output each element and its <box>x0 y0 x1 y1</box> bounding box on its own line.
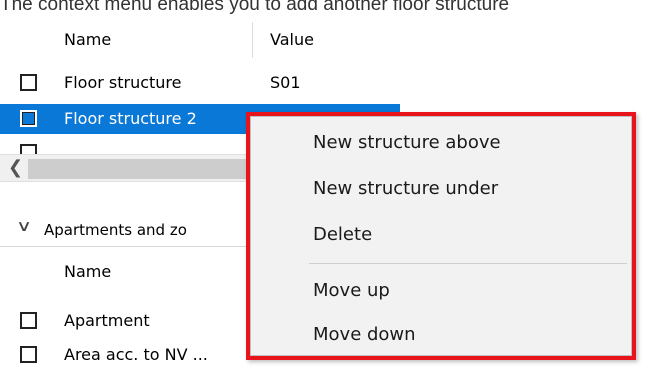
table-row[interactable]: Floor structure S01 <box>0 68 400 98</box>
menu-item-move-down[interactable]: Move down <box>251 313 633 357</box>
menu-item-label: Move up <box>313 280 390 301</box>
menu-item-move-up[interactable]: Move up <box>251 269 633 313</box>
group-label: Apartments and zo <box>44 221 187 239</box>
menu-item-new-structure-above[interactable]: New structure above <box>251 121 633 165</box>
menu-item-label: New structure under <box>313 178 499 199</box>
row-checkbox[interactable] <box>20 346 37 363</box>
row-checkbox[interactable] <box>20 144 37 154</box>
row-name: Apartment <box>64 311 150 330</box>
row-value: S01 <box>270 73 301 92</box>
row-checkbox[interactable] <box>20 312 37 329</box>
menu-item-delete[interactable]: Delete <box>251 213 633 257</box>
column-header-value[interactable]: Value <box>270 30 314 50</box>
menu-separator <box>309 263 627 264</box>
chevron-down-icon[interactable]: ∨ <box>16 219 32 234</box>
row-checkbox[interactable] <box>20 110 37 127</box>
scroll-left-arrow-icon[interactable]: ❮ <box>8 158 23 178</box>
column-header-name[interactable]: Name <box>64 262 111 282</box>
menu-item-new-structure-under[interactable]: New structure under <box>251 167 633 211</box>
menu-item-label: Delete <box>313 224 373 245</box>
context-menu: New structure above New structure under … <box>246 112 636 360</box>
row-name: Area acc. to NV ... <box>64 345 208 364</box>
column-divider[interactable] <box>252 22 253 58</box>
caption-text: The context menu enables you to add anot… <box>0 0 510 14</box>
structures-table-header: Name Value <box>0 22 400 58</box>
column-header-name[interactable]: Name <box>64 30 111 50</box>
menu-item-label: Move down <box>313 324 416 345</box>
menu-item-label: New structure above <box>313 132 501 153</box>
row-name: Floor structure <box>64 73 182 92</box>
context-menu-panel: New structure above New structure under … <box>250 116 632 356</box>
row-checkbox[interactable] <box>20 74 37 91</box>
row-name: Floor structure 2 <box>64 109 197 128</box>
